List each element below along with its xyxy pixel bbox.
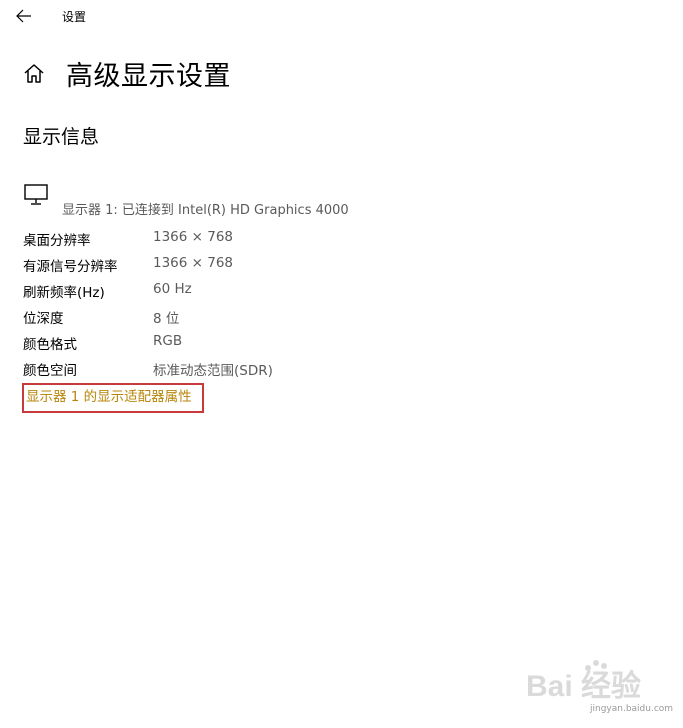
- section-title: 显示信息: [23, 126, 100, 148]
- info-value: 60 Hz: [153, 281, 192, 297]
- title-bar: 设置: [0, 0, 683, 34]
- info-label: 有源信号分辨率: [23, 259, 118, 275]
- display-info-table: 桌面分辨率 1366 × 768 有源信号分辨率 1366 × 768 刷新频率…: [23, 229, 423, 385]
- window-title: 设置: [62, 10, 87, 24]
- watermark-url: jingyan.baidu.com: [590, 704, 674, 714]
- info-row-color-format: 颜色格式 RGB: [23, 333, 423, 359]
- home-icon[interactable]: [22, 62, 46, 86]
- arrow-left-icon: [16, 9, 31, 23]
- info-label: 颜色格式: [23, 337, 77, 353]
- info-row-active-signal-resolution: 有源信号分辨率 1366 × 768: [23, 255, 423, 281]
- baidu-jingyan-watermark-logo: Bai 经验: [526, 660, 641, 703]
- info-value: RGB: [153, 333, 183, 349]
- info-value: 标准动态范围(SDR): [153, 363, 273, 379]
- info-row-bit-depth: 位深度 8 位: [23, 307, 423, 333]
- info-value: 1366 × 768: [153, 255, 234, 271]
- watermark-logo-text: Bai 经验: [526, 669, 641, 703]
- page-title: 高级显示设置: [66, 61, 231, 92]
- display-description: 显示器 1: 已连接到 Intel(R) HD Graphics 4000: [62, 203, 349, 218]
- info-value: 1366 × 768: [153, 229, 234, 245]
- info-row-color-space: 颜色空间 标准动态范围(SDR): [23, 359, 423, 385]
- back-button[interactable]: [12, 5, 36, 27]
- info-label: 刷新频率(Hz): [23, 285, 105, 301]
- info-label: 位深度: [23, 311, 64, 327]
- monitor-icon: [24, 184, 48, 205]
- info-label: 桌面分辨率: [23, 233, 91, 249]
- info-row-refresh-rate: 刷新频率(Hz) 60 Hz: [23, 281, 423, 307]
- info-value: 8 位: [153, 311, 180, 327]
- info-row-desktop-resolution: 桌面分辨率 1366 × 768: [23, 229, 423, 255]
- info-label: 颜色空间: [23, 363, 77, 379]
- display-adapter-properties-link[interactable]: 显示器 1 的显示适配器属性: [22, 383, 204, 413]
